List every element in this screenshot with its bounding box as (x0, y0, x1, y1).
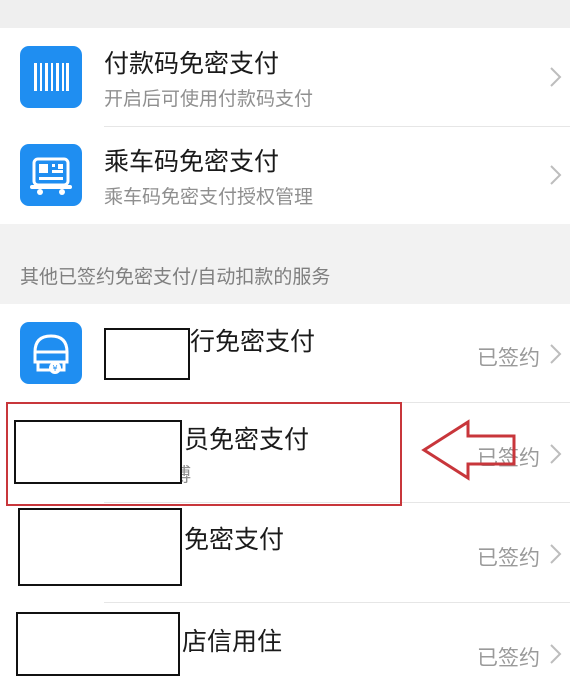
row-title: 乘车码免密支付 (104, 147, 280, 176)
top-strip (0, 0, 570, 28)
barcode-icon (20, 46, 82, 108)
redaction-box (18, 508, 182, 586)
chevron-right-icon (550, 67, 562, 87)
row-payment-code[interactable]: 付款码免密支付 开启后可使用付款码支付 (0, 28, 570, 126)
chevron-right-icon (550, 344, 562, 364)
signed-status: 已签约 (477, 646, 540, 670)
redaction-box (16, 612, 180, 676)
service-title: 店信用住 (182, 627, 283, 656)
chevron-right-icon (550, 444, 562, 464)
password-free-card: 付款码免密支付 开启后可使用付款码支付 乘车码免密支付 乘车码免密支付授权管理 (0, 28, 570, 224)
bus-code-icon (20, 144, 82, 206)
left-arrow-icon (421, 419, 516, 481)
svg-text:¥: ¥ (52, 364, 57, 373)
chevron-right-icon (550, 165, 562, 185)
chevron-right-icon (550, 644, 562, 664)
row-title: 付款码免密支付 (104, 49, 280, 78)
redaction-box (104, 328, 190, 380)
chevron-right-icon (550, 544, 562, 564)
service-title: 免密支付 (184, 525, 285, 554)
service-title: 行免密支付 (190, 327, 316, 356)
signed-status: 已签约 (477, 346, 540, 370)
row-subtitle: 开启后可使用付款码支付 (104, 88, 314, 110)
highlight-box (6, 402, 402, 506)
row-bus-code[interactable]: 乘车码免密支付 乘车码免密支付授权管理 (0, 126, 570, 224)
service-row[interactable]: ¥ 行免密支付 已签约 (0, 304, 570, 402)
ride-car-icon: ¥ (20, 322, 82, 384)
row-subtitle: 乘车码免密支付授权管理 (104, 186, 314, 208)
signed-status: 已签约 (477, 546, 540, 570)
section-header: 其他已签约免密支付/自动扣款的服务 (20, 266, 331, 288)
